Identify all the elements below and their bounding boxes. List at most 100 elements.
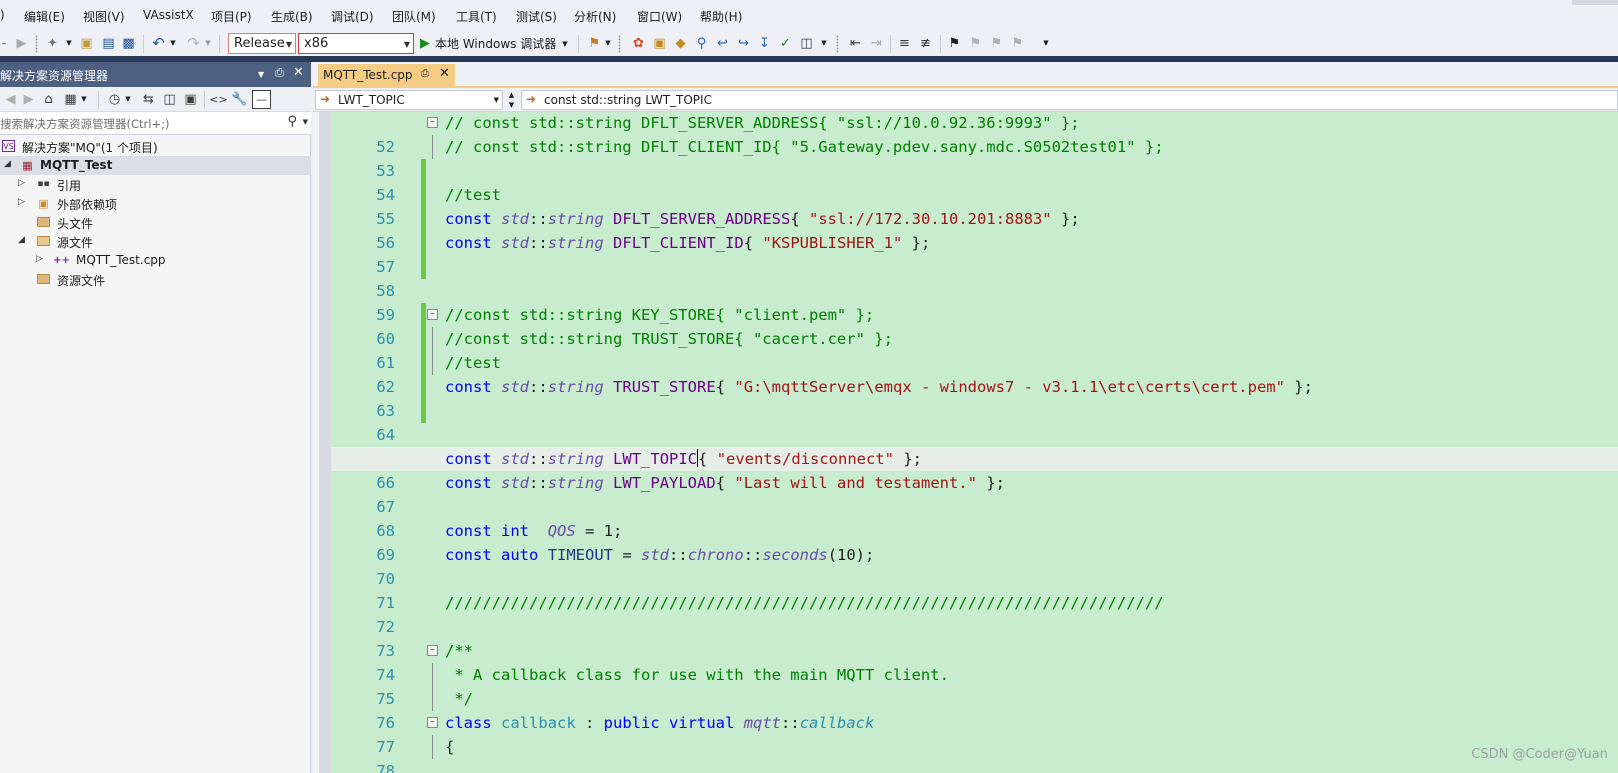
menu-edit[interactable]: 编辑(E) — [24, 8, 65, 25]
spell-check-icon[interactable]: ✓ — [777, 35, 794, 52]
sync-icon[interactable]: ⇆ — [140, 91, 157, 108]
fold-collapse-icon[interactable]: – — [427, 117, 438, 128]
fold-collapse-icon[interactable]: – — [427, 645, 438, 656]
menu-file-partial[interactable]: ) — [0, 8, 5, 22]
code-viewport[interactable]: 52 – // const std::string DFLT_SERVER_AD… — [313, 112, 1618, 773]
tree-node-cpp-file[interactable]: ▷ ++ MQTT_Test.cpp — [0, 251, 311, 270]
solution-search-box[interactable]: 搜索解决方案资源管理器(Ctrl+;) ⚲ ▼ — [0, 112, 311, 135]
find-in-files-icon[interactable]: ⚑ — [586, 35, 603, 52]
scope-dropdown[interactable]: ➜ LWT_TOPIC ▼ — [315, 90, 503, 110]
pending-changes-filter-icon[interactable]: ◷ — [106, 91, 123, 108]
code-line-current[interactable]: 66 const std::string LWT_TOPIC{ "events/… — [331, 447, 1618, 492]
code-line[interactable]: 74 – /** — [331, 639, 1618, 684]
back-icon[interactable]: ◀ — [2, 91, 19, 108]
expand-icon[interactable]: ◢ — [18, 235, 25, 245]
toolbar-overflow-icon[interactable]: ▼ — [604, 35, 612, 52]
goto-implementation-icon[interactable]: ↧ — [756, 35, 773, 52]
code-line[interactable]: 55 //test — [331, 183, 1618, 228]
start-debugging-button[interactable]: ▶ 本地 Windows 调试器 ▼ — [420, 33, 568, 54]
code-text-area[interactable]: 52 – // const std::string DFLT_SERVER_AD… — [331, 112, 1618, 773]
menu-analyze[interactable]: 分析(N) — [574, 8, 616, 25]
code-line[interactable]: 56 const std::string DFLT_SERVER_ADDRESS… — [331, 207, 1618, 252]
code-line[interactable]: 72 /////////////////////////////////////… — [331, 591, 1618, 636]
tree-node-source-files[interactable]: ◢ 源文件 — [0, 232, 311, 251]
tree-node-external-deps[interactable]: ▷ ▣ 外部依赖项 — [0, 194, 311, 213]
member-dropdown[interactable]: ➜ const std::string LWT_TOPIC — [521, 90, 1618, 110]
indent-icon[interactable]: ⇥ — [868, 35, 885, 52]
redo-dropdown-icon[interactable]: ▼ — [204, 35, 212, 52]
save-all-icon[interactable]: ▩ — [120, 35, 137, 52]
menu-help[interactable]: 帮助(H) — [700, 8, 742, 25]
menu-project[interactable]: 项目(P) — [211, 8, 252, 25]
code-line[interactable]: 75 * A callback class for use with the m… — [331, 663, 1618, 708]
save-icon[interactable]: ▤ — [100, 35, 117, 52]
redo-icon[interactable]: ↷ — [185, 35, 202, 52]
code-line[interactable]: 57 const std::string DFLT_CLIENT_ID{ "KS… — [331, 231, 1618, 276]
uncomment-icon[interactable]: ≢ — [917, 35, 934, 52]
menu-build[interactable]: 生成(B) — [271, 8, 313, 25]
menu-test[interactable]: 测试(S) — [516, 8, 557, 25]
find-references-icon[interactable]: ⚲ — [693, 35, 710, 52]
back-icon[interactable]: - — [0, 35, 8, 52]
open-file-in-solution-icon[interactable]: ▣ — [651, 35, 668, 52]
solution-explorer-title-bar[interactable]: 解决方案资源管理器 ▼ ⎙ ✕ — [0, 62, 311, 87]
switch-views-icon[interactable]: ▦ — [62, 91, 79, 108]
code-line[interactable]: 52 – // const std::string DFLT_SERVER_AD… — [331, 112, 1618, 156]
forward-icon[interactable]: ▶ — [13, 35, 30, 52]
preview-selected-items-icon[interactable]: — — [252, 90, 271, 109]
previous-bookmark-icon[interactable]: ⚑ — [967, 35, 984, 52]
code-line[interactable]: 64 — [331, 399, 1618, 444]
code-line[interactable]: 76 */ — [331, 687, 1618, 732]
menu-view[interactable]: 视图(V) — [83, 8, 125, 25]
code-line[interactable]: 54 — [331, 159, 1618, 204]
expand-icon[interactable]: ◢ — [4, 159, 11, 169]
tree-node-header-files[interactable]: 头文件 — [0, 213, 311, 232]
search-icon[interactable]: ⚲ — [287, 114, 297, 129]
pin-icon[interactable]: ⎙ — [275, 66, 284, 80]
view-code-icon[interactable]: <> — [209, 91, 227, 108]
close-icon[interactable]: ✕ — [439, 66, 450, 81]
home-icon[interactable]: ⌂ — [40, 91, 57, 108]
menu-vassistx[interactable]: VAssistX — [143, 8, 194, 22]
find-symbol-icon[interactable]: ◆ — [672, 35, 689, 52]
code-line[interactable]: 77 – class callback : public virtual mqt… — [331, 711, 1618, 756]
open-file-icon[interactable]: ▣ — [78, 35, 95, 52]
go-back-icon[interactable]: ↩ — [714, 35, 731, 52]
switch-views-dropdown-icon[interactable]: ▼ — [80, 91, 88, 108]
refactor-icon[interactable]: ◫ — [798, 35, 815, 52]
go-forward-icon[interactable]: ↪ — [735, 35, 752, 52]
toolbar-overflow-icon[interactable]: ▼ — [1042, 35, 1050, 52]
code-line[interactable]: 63 const std::string TRUST_STORE{ "G:\mq… — [331, 375, 1618, 420]
platform-select[interactable]: x86 ▼ — [298, 33, 414, 54]
outdent-icon[interactable]: ⇤ — [847, 35, 864, 52]
toolbar-overflow-icon[interactable]: ▼ — [820, 35, 828, 52]
search-options-icon[interactable]: ▼ — [303, 118, 308, 126]
code-line[interactable]: 73 — [331, 615, 1618, 660]
properties-wrench-icon[interactable]: 🔧 — [231, 91, 248, 108]
collapse-icon[interactable]: ▷ — [18, 178, 25, 188]
collapse-icon[interactable]: ▷ — [36, 254, 43, 264]
navigation-spin-control[interactable]: ▲ ▼ — [505, 90, 518, 110]
tree-node-references[interactable]: ▷ ▪▪ 引用 — [0, 175, 311, 194]
code-line[interactable]: 53 // const std::string DFLT_CLIENT_ID{ … — [331, 135, 1618, 180]
clear-bookmarks-icon[interactable]: ⚑ — [1009, 35, 1026, 52]
comment-icon[interactable]: ≡ — [896, 35, 913, 52]
menu-debug[interactable]: 调试(D) — [331, 8, 374, 25]
code-line[interactable]: 70 const auto TIMEOUT = std::chrono::sec… — [331, 543, 1618, 588]
menu-team[interactable]: 团队(M) — [392, 8, 436, 25]
undo-icon[interactable]: ↶ — [150, 35, 167, 52]
code-line[interactable]: 67 const std::string LWT_PAYLOAD{ "Last … — [331, 471, 1618, 516]
new-project-icon[interactable]: ✦ — [44, 35, 61, 52]
tree-node-resource-files[interactable]: 资源文件 — [0, 270, 311, 289]
va-icon[interactable]: ✿ — [630, 35, 647, 52]
code-line[interactable]: 61 //const std::string TRUST_STORE{ "cac… — [331, 327, 1618, 372]
collapse-all-icon[interactable]: ▣ — [182, 91, 199, 108]
forward-icon[interactable]: ▶ — [20, 91, 37, 108]
fold-collapse-icon[interactable]: – — [427, 309, 438, 320]
code-line[interactable]: 78 { — [331, 735, 1618, 773]
tree-node-solution[interactable]: VS 解决方案"MQ"(1 个项目) — [0, 137, 311, 156]
configuration-select[interactable]: Release ▼ — [228, 33, 296, 54]
filter-dropdown-icon[interactable]: ▼ — [124, 91, 132, 108]
code-line[interactable]: 60 – //const std::string KEY_STORE{ "cli… — [331, 303, 1618, 348]
pin-icon[interactable]: ⎙ — [421, 68, 429, 79]
